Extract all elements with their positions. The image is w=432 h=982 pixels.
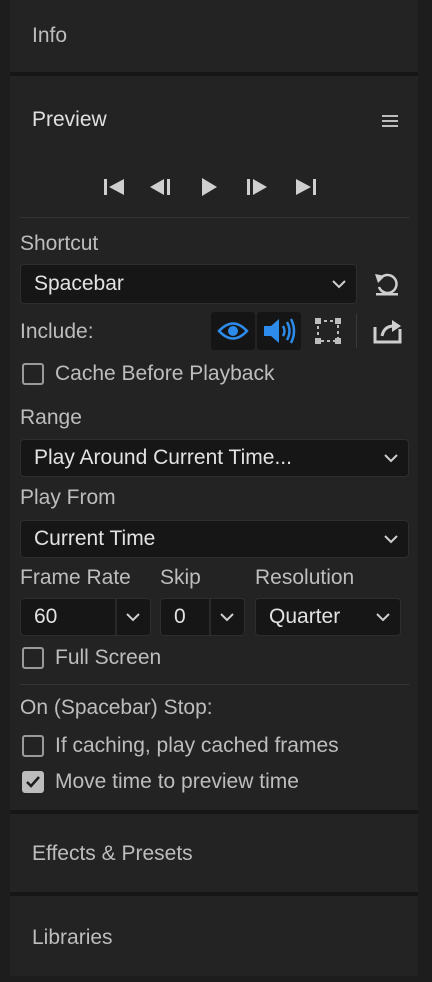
play-from-value: Current Time (34, 527, 156, 550)
divider (20, 684, 410, 685)
effects-presets-panel: Effects & Presets (10, 814, 418, 892)
shortcut-value: Spacebar (34, 272, 124, 295)
preview-panel-title[interactable]: Preview (32, 108, 107, 132)
audio-speaker-icon[interactable] (257, 312, 301, 350)
frame-rate-value: 60 (34, 605, 58, 628)
play-icon[interactable] (193, 174, 225, 200)
full-screen-label[interactable]: Full Screen (55, 646, 161, 670)
info-panel-title[interactable]: Info (32, 24, 67, 48)
chevron-down-icon (374, 534, 408, 544)
range-label: Range (20, 406, 82, 429)
checkmark-icon (26, 776, 40, 788)
chevron-down-icon (116, 612, 150, 622)
frame-rate-dropdown[interactable]: 60 (20, 598, 151, 636)
move-time-label[interactable]: Move time to preview time (55, 770, 299, 794)
resolution-value: Quarter (269, 605, 341, 628)
full-screen-checkbox[interactable] (22, 647, 44, 669)
cache-before-playback-checkbox[interactable] (22, 363, 44, 385)
frame-rate-label: Frame Rate (20, 566, 131, 589)
video-eye-icon[interactable] (211, 312, 255, 350)
shortcut-label: Shortcut (20, 232, 99, 255)
vertical-divider (356, 314, 357, 348)
skip-value: 0 (174, 605, 186, 628)
skip-label: Skip (160, 566, 201, 589)
first-frame-icon[interactable] (98, 174, 130, 200)
field-divider (115, 599, 117, 635)
divider (20, 217, 410, 218)
range-dropdown[interactable]: Play Around Current Time... (20, 439, 409, 477)
shortcut-dropdown[interactable]: Spacebar (20, 264, 357, 304)
panel-menu-icon[interactable] (378, 110, 402, 132)
export-icon[interactable] (370, 314, 406, 348)
include-label: Include: (20, 320, 94, 343)
play-from-label: Play From (20, 486, 116, 509)
range-value: Play Around Current Time... (34, 446, 292, 469)
resolution-label: Resolution (255, 566, 355, 589)
overlays-icon[interactable] (308, 312, 348, 350)
resolution-dropdown[interactable]: Quarter (255, 598, 401, 636)
chevron-down-icon (210, 612, 244, 622)
chevron-down-icon (322, 279, 356, 289)
if-caching-label[interactable]: If caching, play cached frames (55, 734, 339, 758)
last-frame-icon[interactable] (290, 174, 322, 200)
libraries-title[interactable]: Libraries (32, 926, 113, 950)
effects-presets-title[interactable]: Effects & Presets (32, 842, 193, 866)
field-divider (209, 599, 211, 635)
info-panel: Info (10, 0, 418, 72)
move-time-checkbox[interactable] (22, 771, 44, 793)
skip-dropdown[interactable]: 0 (160, 598, 245, 636)
libraries-panel: Libraries (10, 896, 418, 976)
next-frame-icon[interactable] (241, 174, 273, 200)
if-caching-checkbox[interactable] (22, 735, 44, 757)
chevron-down-icon (374, 453, 408, 463)
previous-frame-icon[interactable] (144, 174, 176, 200)
play-from-dropdown[interactable]: Current Time (20, 520, 409, 558)
reset-icon[interactable] (370, 268, 404, 300)
on-stop-label: On (Spacebar) Stop: (20, 696, 213, 719)
cache-before-playback-label[interactable]: Cache Before Playback (55, 362, 274, 386)
chevron-down-icon (366, 612, 400, 622)
